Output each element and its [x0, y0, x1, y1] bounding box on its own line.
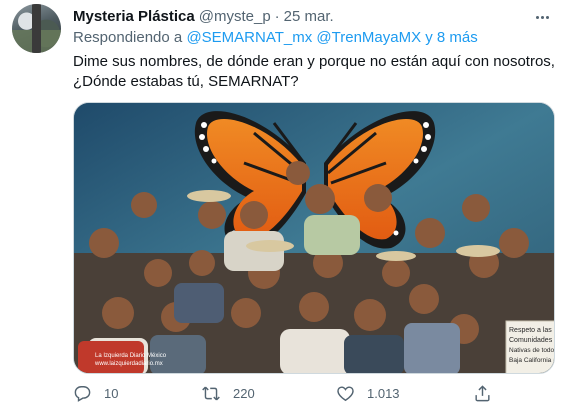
author-name[interactable]: Mysteria Plástica	[73, 8, 195, 25]
retweet-icon	[202, 386, 220, 401]
sign-line-3: Nativas de todo	[509, 347, 555, 354]
collage-illustration: Respeto a las Comunidades Nativas de tod…	[74, 103, 555, 373]
share-icon	[475, 385, 490, 402]
like-count: 1.013	[367, 386, 400, 401]
watermark-line-1: La Izquierda Diario México	[95, 353, 167, 359]
watermark-line-2: www.laizquierdadiario.mx	[94, 361, 163, 367]
author-handle[interactable]: @myste_p	[199, 8, 271, 25]
reply-icon	[74, 386, 91, 402]
retweet-count: 220	[233, 386, 255, 401]
sign-line-1: Respeto a las	[509, 327, 552, 334]
tweet-actions: 10 220 1.013	[73, 384, 559, 406]
reply-button[interactable]: 10	[73, 384, 118, 403]
avatar[interactable]	[12, 4, 61, 53]
protest-sign: Respeto a las Comunidades Nativas de tod…	[505, 320, 555, 373]
replying-to: Respondiendo a @SEMARNAT_mx @TrenMayaMX …	[73, 29, 478, 46]
sign-line-2: Comunidades	[509, 337, 553, 344]
tweet-date[interactable]: 25 mar.	[284, 8, 334, 25]
tweet-text-line: Dime sus nombres, de dónde eran y porque…	[73, 53, 555, 70]
tweet-text: Dime sus nombres, de dónde eran y porque…	[73, 52, 559, 92]
sign-line-4: Baja California	[509, 357, 552, 364]
tweet-text-line: ¿Dónde estabas tú, SEMARNAT?	[73, 73, 299, 90]
retweet-button[interactable]: 220	[201, 384, 255, 403]
reply-mentions-link[interactable]: @SEMARNAT_mx @TrenMayaMX y 8 más	[186, 29, 477, 46]
tweet-image[interactable]: Respeto a las Comunidades Nativas de tod…	[73, 102, 555, 374]
tweet-header: Mysteria Plástica @myste_p · 25 mar.	[73, 8, 334, 28]
reply-count: 10	[104, 386, 119, 401]
share-button[interactable]	[473, 384, 492, 403]
more-dots-icon[interactable]	[533, 8, 551, 26]
heart-icon	[337, 386, 354, 402]
tweet[interactable]: Mysteria Plástica @myste_p · 25 mar. Res…	[0, 0, 569, 412]
like-button[interactable]: 1.013	[336, 384, 400, 403]
replying-to-label: Respondiendo a	[73, 29, 183, 46]
separator-dot: ·	[274, 8, 280, 25]
